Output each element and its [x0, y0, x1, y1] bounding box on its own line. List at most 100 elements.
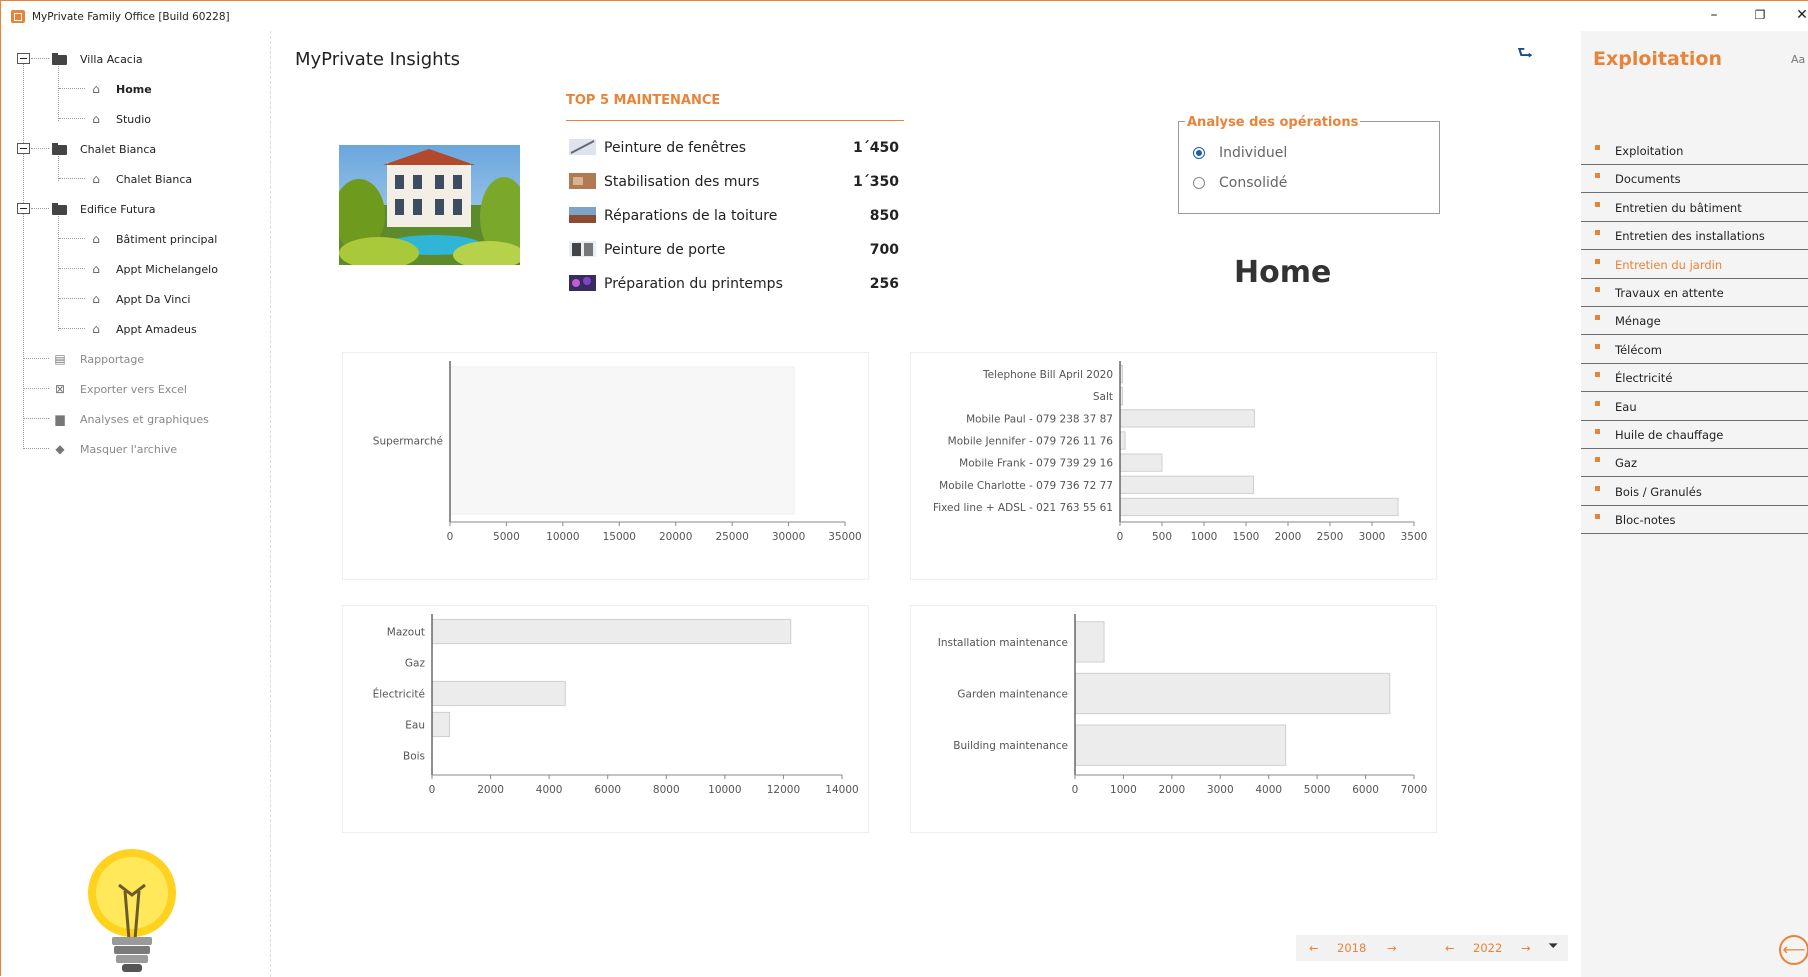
category-item[interactable]: Travaux en attente [1581, 279, 1808, 307]
x-tick-label: 25000 [715, 531, 748, 543]
prev-to-year-button[interactable]: ← [1445, 941, 1455, 955]
minimize-button[interactable]: – [1704, 5, 1724, 25]
top5-row[interactable]: Réparations de la toiture 850 [569, 205, 899, 229]
category-label: Entretien des installations [1615, 229, 1765, 244]
top5-row[interactable]: Peinture de fenêtres 1´450 [569, 137, 899, 161]
category-item[interactable]: Ménage [1581, 307, 1808, 336]
x-tick-label: 3000 [1207, 784, 1234, 796]
divider [566, 120, 904, 121]
tree-item-studio[interactable]: ⌂ Studio [88, 107, 151, 131]
tree-item-home[interactable]: ⌂ Home [88, 77, 152, 101]
category-item[interactable]: Gaz [1581, 449, 1808, 478]
tree-item-masquer-archive[interactable]: ◆ Masquer l'archive [52, 437, 177, 461]
x-tick-label: 8000 [653, 784, 680, 796]
to-year[interactable]: 2022 [1473, 941, 1502, 955]
expander-chalet-bianca[interactable] [17, 143, 30, 154]
analyse-groupbox [1178, 121, 1440, 214]
bar [431, 618, 792, 645]
prev-from-year-button[interactable]: ← [1309, 941, 1319, 955]
x-tick-label: 1500 [1233, 531, 1260, 543]
radio-individuel[interactable]: Individuel [1193, 145, 1287, 161]
next-from-year-button[interactable]: → [1387, 941, 1397, 955]
tree-item-villa-acacia[interactable]: Villa Acacia [52, 47, 143, 71]
maintenance-thumbnail [569, 275, 596, 291]
category-item[interactable]: Entretien du jardin [1581, 251, 1808, 279]
bullet-icon [1595, 173, 1600, 179]
house-icon: ⌂ [92, 322, 100, 336]
category-label: Gaz [405, 658, 426, 670]
close-button[interactable]: ✕ [1792, 5, 1808, 25]
font-size-button[interactable]: Aa [1791, 53, 1805, 66]
x-tick-label: 30000 [772, 531, 805, 543]
category-label: Bois / Granulés [1615, 484, 1702, 499]
back-arrow-icon[interactable]: ⟵ [1779, 935, 1808, 965]
category-label: Mobile Frank - 079 739 29 16 [959, 458, 1113, 470]
maintenance-thumbnail [569, 207, 596, 223]
tree-item-label: Appt Da Vinci [116, 292, 191, 306]
report-icon: ▤ [54, 352, 66, 366]
tree-item-label: Villa Acacia [80, 52, 143, 66]
tree-item-appt-da-vinci[interactable]: ⌂ Appt Da Vinci [88, 287, 190, 311]
bar [449, 366, 795, 515]
x-tick-label: 20000 [659, 531, 692, 543]
bullet-icon [1595, 429, 1600, 434]
tree-item-export-excel[interactable]: ⊠ Exporter vers Excel [52, 377, 187, 401]
category-item[interactable]: Entretien des installations [1581, 222, 1808, 251]
category-item[interactable]: Bloc-notes [1581, 506, 1808, 535]
expander-villa-acacia[interactable] [17, 53, 30, 64]
tree-item-appt-amadeus[interactable]: ⌂ Appt Amadeus [88, 317, 197, 341]
house-icon: ⌂ [92, 262, 100, 276]
category-item[interactable]: Télécom [1581, 336, 1808, 364]
from-year[interactable]: 2018 [1337, 941, 1366, 955]
lightbulb-icon [88, 849, 176, 972]
bar [1119, 497, 1399, 517]
category-label: Électricité [373, 688, 425, 701]
share-icon[interactable]: ⮑ [1517, 41, 1533, 71]
house-icon: ⌂ [92, 112, 100, 126]
category-item[interactable]: Exploitation [1581, 137, 1808, 165]
maintenance-thumbnail [569, 241, 596, 257]
x-tick-label: 0 [447, 531, 454, 543]
restore-button[interactable]: ❐ [1750, 5, 1770, 25]
top5-row[interactable]: Peinture de porte 700 [569, 239, 899, 263]
chart-supermarche: Supermarché 0 5000 10000 15000 20000 25000 3000… [342, 352, 869, 580]
filter-icon[interactable]: ⏷ [1548, 939, 1558, 954]
category-item[interactable]: Documents [1581, 165, 1808, 194]
bullet-icon [1595, 343, 1600, 349]
x-tick-label: 15000 [603, 531, 636, 543]
top5-row[interactable]: Stabilisation des murs 1´350 [569, 171, 899, 195]
expander-edifice-futura[interactable] [17, 203, 30, 214]
chart-energy: Mazout Gaz Électricité Eau Bois 0 2000 4000 6000… [342, 605, 869, 833]
category-item[interactable]: Huile de chauffage [1581, 421, 1808, 449]
tree-item-edifice-futura[interactable]: Edifice Futura [52, 197, 155, 221]
category-item[interactable]: Bois / Granulés [1581, 478, 1808, 506]
tree-item-appt-michelangelo[interactable]: ⌂ Appt Michelangelo [88, 257, 218, 281]
year-navigator: ← 2018 → ← 2022 → ⏷ [1296, 935, 1568, 961]
x-tick-label: 2000 [477, 784, 504, 796]
category-label: Travaux en attente [1615, 286, 1724, 300]
tree-item-rapportage[interactable]: ▤ Rapportage [52, 347, 144, 371]
category-item[interactable]: Eau [1581, 393, 1808, 421]
category-label: Telephone Bill April 2020 [982, 369, 1113, 381]
bar [1074, 724, 1287, 766]
category-item[interactable]: Électricité [1581, 364, 1808, 393]
tree-item-chalet-bianca[interactable]: Chalet Bianca [52, 137, 156, 161]
tree-item-label: Bâtiment principal [116, 232, 218, 246]
tree-item-analyses[interactable]: ▆ Analyses et graphiques [52, 407, 208, 431]
x-tick-label: 1000 [1110, 784, 1137, 796]
maintenance-thumbnail [569, 139, 596, 155]
tree-item-chalet-bianca-unit[interactable]: ⌂ Chalet Bianca [88, 167, 192, 191]
category-label: Entretien du bâtiment [1615, 200, 1742, 215]
x-tick-label: 35000 [828, 531, 861, 543]
chart-svg: Telephone Bill April 2020 Salt Mobile Paul… [933, 361, 1427, 543]
radio-consolide[interactable]: Consolidé [1193, 175, 1287, 191]
category-item[interactable]: Entretien du bâtiment [1581, 194, 1808, 222]
category-label: Télécom [1615, 342, 1662, 357]
next-to-year-button[interactable]: → [1521, 941, 1531, 955]
bar [1119, 453, 1163, 472]
top5-row[interactable]: Préparation du printemps 256 [569, 273, 899, 297]
top5-item-value: 256 [869, 276, 899, 292]
bullet-icon [1595, 400, 1600, 406]
tree-item-batiment-principal[interactable]: ⌂ Bâtiment principal [88, 227, 217, 251]
house-icon: ⌂ [92, 172, 100, 186]
